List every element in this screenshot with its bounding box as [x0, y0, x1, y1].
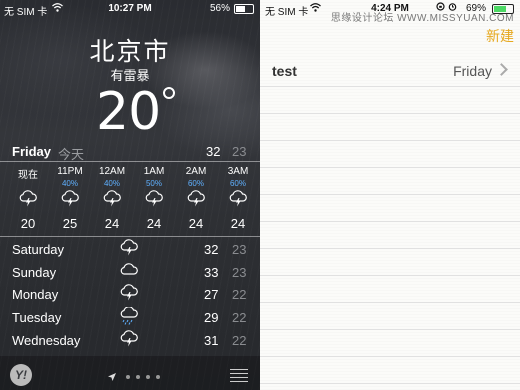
- hour-column: 现在 20: [8, 166, 48, 231]
- paper-line: [260, 275, 520, 276]
- weather-app: 无 SIM 卡 10:27 PM 56% 北京市 有雷暴 20 Friday 今…: [0, 0, 260, 390]
- daily-row: Monday 27 22: [0, 284, 260, 306]
- thunderstorm-icon: [50, 190, 90, 212]
- page-dot: [136, 374, 141, 379]
- hour-time: 11PM: [57, 166, 83, 177]
- location-arrow-icon: [108, 368, 120, 385]
- status-bar: 无 SIM 卡 10:27 PM 56%: [0, 0, 260, 18]
- thunderstorm-icon: [134, 190, 174, 212]
- paper-line: [260, 113, 520, 114]
- divider: [0, 236, 260, 237]
- battery-icon: [234, 4, 254, 14]
- hour-precipitation: 60%: [229, 179, 246, 188]
- thunderstorm-icon: [120, 284, 138, 305]
- today-day: Friday: [12, 144, 52, 159]
- day-name: Tuesday: [12, 310, 62, 326]
- hour-column: 1AM 50% 24: [134, 166, 174, 231]
- day-high: 33: [204, 264, 219, 280]
- degree-symbol: [163, 87, 175, 99]
- thunderstorm-icon: [92, 190, 132, 212]
- day-high: 29: [204, 310, 219, 326]
- hour-time: 3AM: [227, 166, 249, 177]
- notes-app: 无 SIM 卡 4:24 PM 69% 思缘设计论坛 WWW.MISSYUAN.…: [260, 0, 520, 390]
- paper-line: [260, 86, 520, 87]
- current-temperature: 20: [96, 82, 161, 142]
- hour-column: 11PM 40% 25: [50, 166, 90, 231]
- daily-row: Sunday 33 23: [0, 262, 260, 284]
- hour-temperature: 24: [104, 216, 120, 231]
- thunderstorm-icon: [218, 190, 258, 212]
- day-high: 32: [204, 242, 219, 257]
- page-dot: [126, 374, 131, 379]
- today-high: 32: [206, 144, 221, 159]
- page-dot: [156, 374, 161, 379]
- thunderstorm-icon: [8, 190, 48, 212]
- day-name: Saturday: [12, 242, 65, 257]
- cloud-icon: [120, 262, 138, 279]
- note-list-item[interactable]: test Friday: [260, 58, 520, 84]
- today-low: 23: [232, 144, 247, 159]
- hour-temperature: 20: [20, 216, 36, 231]
- battery-percent: 56%: [209, 3, 230, 14]
- daily-row: Wednesday 31 22: [0, 330, 260, 352]
- day-low: 22: [232, 310, 247, 326]
- hour-precipitation: 40%: [61, 179, 78, 188]
- hour-column: 3AM 60% 24: [218, 166, 258, 231]
- page-dot: [146, 374, 151, 379]
- note-date: Friday: [453, 63, 492, 79]
- paper-line: [260, 248, 520, 249]
- divider: [0, 161, 260, 162]
- today-summary: Friday 今天 32 23: [0, 142, 260, 162]
- hour-temperature: 24: [230, 216, 246, 231]
- hour-precipitation: 60%: [187, 179, 204, 188]
- chevron-right-icon: [495, 63, 508, 76]
- day-name: Monday: [12, 287, 59, 303]
- hour-time: 现在: [18, 170, 38, 181]
- hour-column: 12AM 40% 24: [92, 166, 132, 231]
- paper-line: [260, 329, 520, 330]
- bottom-bar: Y!: [0, 356, 260, 390]
- paper-line: [260, 194, 520, 195]
- paper-line: [260, 356, 520, 357]
- hour-precipitation: 40%: [103, 179, 120, 188]
- day-low: 23: [232, 242, 247, 257]
- day-name: Wednesday: [12, 332, 81, 348]
- day-name: Sunday: [12, 264, 57, 280]
- paper-line: [260, 140, 520, 141]
- paper-line: [260, 221, 520, 222]
- day-low: 22: [232, 332, 247, 348]
- day-low: 22: [232, 287, 247, 303]
- new-note-button[interactable]: 新建: [486, 26, 514, 46]
- city-name: 北京市: [89, 38, 171, 66]
- hour-temperature: 24: [146, 216, 162, 231]
- paper-line: [260, 302, 520, 303]
- hour-temperature: 25: [62, 216, 78, 231]
- daily-row: Tuesday 29 22: [0, 306, 260, 329]
- yahoo-logo-icon[interactable]: Y!: [10, 364, 32, 386]
- thunderstorm-icon: [176, 190, 216, 212]
- page-indicator[interactable]: [108, 368, 161, 386]
- paper-line: [260, 167, 520, 168]
- city-list-icon[interactable]: [230, 366, 248, 385]
- paper-line: [260, 383, 520, 384]
- daily-row: Saturday 32 23: [0, 239, 260, 261]
- hour-time: 2AM: [185, 166, 207, 177]
- watermark: 思缘设计论坛 WWW.MISSYUAN.COM: [330, 13, 514, 24]
- day-low: 23: [232, 264, 247, 280]
- thunderstorm-icon: [120, 239, 138, 260]
- day-high: 31: [204, 332, 219, 348]
- rain-cloud-icon: [120, 306, 138, 328]
- hour-temperature: 24: [188, 216, 204, 231]
- hour-time: 12AM: [98, 166, 126, 177]
- hour-precipitation: 50%: [145, 179, 162, 188]
- note-title: test: [272, 63, 297, 79]
- hour-column: 2AM 60% 24: [176, 166, 216, 231]
- day-high: 27: [204, 287, 219, 303]
- hour-time: 1AM: [143, 166, 165, 177]
- thunderstorm-icon: [120, 330, 138, 351]
